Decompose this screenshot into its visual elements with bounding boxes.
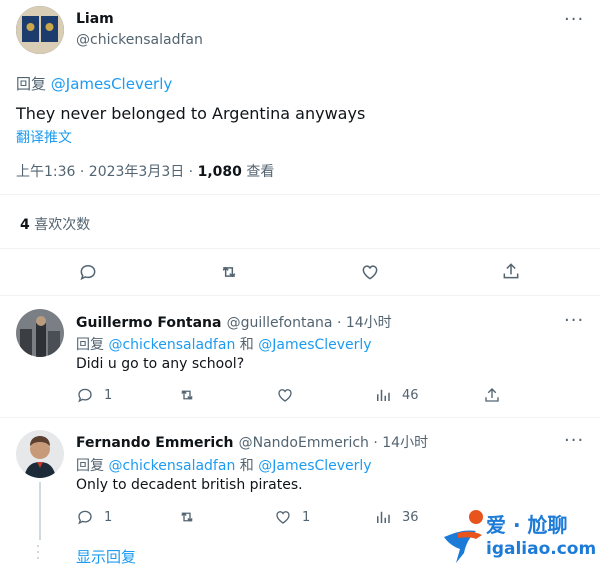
thread-dots xyxy=(37,545,43,559)
views-count: 36 xyxy=(402,509,419,525)
views-count: 46 xyxy=(402,387,419,403)
views-label: 查看 xyxy=(241,164,275,180)
avatar[interactable] xyxy=(16,6,64,54)
reply-text: Didi u go to any school? xyxy=(76,356,245,372)
reply-prefix: 回复 xyxy=(76,337,104,353)
share-icon xyxy=(485,388,499,402)
views-count: 1,080 xyxy=(197,164,242,180)
mention-link[interactable]: @JamesCleverly xyxy=(51,75,172,93)
mention-link[interactable]: @JamesCleverly xyxy=(258,337,371,353)
divider xyxy=(0,417,600,418)
author-handle[interactable]: @NandoEmmerich xyxy=(239,435,369,451)
likes-label: 喜欢次数 xyxy=(29,217,91,233)
like-count: 1 xyxy=(302,509,311,525)
author-name[interactable]: Liam xyxy=(76,11,114,27)
mention-link[interactable]: @chickensaladfan xyxy=(108,337,235,353)
watermark-site: igaliao.com xyxy=(486,539,597,559)
mention-link[interactable]: @chickensaladfan xyxy=(108,458,235,474)
reply-header: Guillermo Fontana @guillefontana · 14小时 xyxy=(76,312,392,332)
reply-button[interactable] xyxy=(78,262,98,282)
thread-line xyxy=(39,482,41,540)
reply-icon xyxy=(80,264,96,281)
reply-count: 1 xyxy=(104,509,113,525)
retweet-button[interactable] xyxy=(177,386,207,404)
avatar-photo xyxy=(16,430,64,478)
reply-count: 1 xyxy=(104,387,113,403)
heart-icon xyxy=(362,265,378,280)
avatar[interactable] xyxy=(16,309,64,357)
analytics-icon xyxy=(377,389,390,401)
show-replies-link[interactable]: 显示回复 xyxy=(76,546,136,567)
heart-icon xyxy=(278,389,292,402)
tweet-text: They never belonged to Argentina anyways xyxy=(16,104,366,123)
divider xyxy=(0,194,600,195)
share-icon xyxy=(503,263,519,279)
avatar[interactable] xyxy=(16,430,64,478)
likes-stat[interactable]: 4 喜欢次数 xyxy=(20,214,90,234)
share-button[interactable] xyxy=(501,261,521,281)
reply-context: 回复 @chickensaladfan 和 @JamesCleverly xyxy=(76,334,372,354)
reply-text: Only to decadent british pirates. xyxy=(76,477,303,493)
reply-button[interactable]: 1 xyxy=(76,386,112,404)
views-button[interactable]: 46 xyxy=(374,386,419,404)
mention-link[interactable]: @JamesCleverly xyxy=(258,458,371,474)
passport-photo xyxy=(16,6,64,54)
author-name[interactable]: Guillermo Fontana xyxy=(76,315,221,331)
retweet-icon xyxy=(222,266,236,278)
retweet-button[interactable] xyxy=(218,262,240,282)
reply-prefix: 回复 xyxy=(76,458,104,474)
author-name[interactable]: Fernando Emmerich xyxy=(76,435,234,451)
divider xyxy=(0,248,600,249)
retweet-button[interactable] xyxy=(177,508,207,526)
like-button[interactable] xyxy=(276,386,304,404)
translate-tweet-link[interactable]: 翻译推文 xyxy=(16,127,72,147)
more-options-icon[interactable]: ··· xyxy=(564,312,584,330)
reply-time[interactable]: · 14小时 xyxy=(333,315,392,331)
reply-time[interactable]: · 14小时 xyxy=(369,435,428,451)
avatar-photo xyxy=(16,309,64,357)
reply-button[interactable]: 1 xyxy=(76,508,112,526)
reply-header: Fernando Emmerich @NandoEmmerich · 14小时 xyxy=(76,432,428,452)
reply-context: 回复 @chickensaladfan 和 @JamesCleverly xyxy=(76,455,372,475)
and-text: 和 xyxy=(235,337,259,353)
reply-icon xyxy=(78,388,92,403)
and-text: 和 xyxy=(235,458,259,474)
timestamp[interactable]: 上午1:36 · 2023年3月3日 · xyxy=(16,164,198,180)
retweet-icon xyxy=(181,512,193,522)
views-button[interactable]: 36 xyxy=(374,508,419,526)
reply-context: 回复 @JamesCleverly xyxy=(16,73,172,94)
author-handle[interactable]: @guillefontana xyxy=(227,315,333,331)
author-handle[interactable]: @chickensaladfan xyxy=(76,32,203,48)
analytics-icon xyxy=(377,511,390,523)
tweet-metadata: 上午1:36 · 2023年3月3日 · 1,080 查看 xyxy=(16,161,274,181)
divider xyxy=(0,295,600,296)
like-button[interactable]: 1 xyxy=(274,508,310,526)
more-options-icon[interactable]: ··· xyxy=(564,432,584,450)
reply-icon xyxy=(78,510,92,525)
more-options-icon[interactable]: ··· xyxy=(564,11,584,29)
share-button[interactable] xyxy=(483,386,501,404)
reply-prefix: 回复 xyxy=(16,75,47,93)
heart-icon xyxy=(276,511,290,524)
watermark-logo: 爱 · 尬聊 igaliao.com xyxy=(438,503,598,571)
retweet-icon xyxy=(181,390,193,400)
likes-count: 4 xyxy=(20,217,30,233)
like-button[interactable] xyxy=(360,262,380,282)
watermark-title: 爱 · 尬聊 xyxy=(486,513,568,537)
